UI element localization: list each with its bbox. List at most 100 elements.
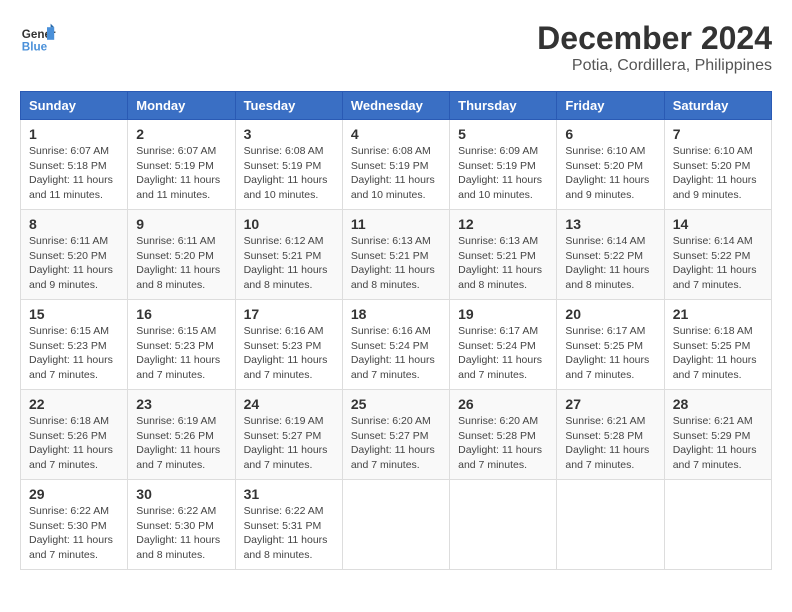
table-row: 17 Sunrise: 6:16 AM Sunset: 5:23 PM Dayl… [235,300,342,390]
month-title: December 2024 [537,20,772,57]
day-info: Sunrise: 6:08 AM Sunset: 5:19 PM Dayligh… [351,144,441,203]
table-row: 6 Sunrise: 6:10 AM Sunset: 5:20 PM Dayli… [557,120,664,210]
day-number: 26 [458,396,548,412]
day-info: Sunrise: 6:14 AM Sunset: 5:22 PM Dayligh… [565,234,655,293]
day-info: Sunrise: 6:19 AM Sunset: 5:26 PM Dayligh… [136,414,226,473]
table-row: 18 Sunrise: 6:16 AM Sunset: 5:24 PM Dayl… [342,300,449,390]
calendar-week-row: 29 Sunrise: 6:22 AM Sunset: 5:30 PM Dayl… [21,480,772,570]
day-info: Sunrise: 6:17 AM Sunset: 5:25 PM Dayligh… [565,324,655,383]
table-row: 31 Sunrise: 6:22 AM Sunset: 5:31 PM Dayl… [235,480,342,570]
day-number: 8 [29,216,119,232]
table-row: 20 Sunrise: 6:17 AM Sunset: 5:25 PM Dayl… [557,300,664,390]
day-info: Sunrise: 6:15 AM Sunset: 5:23 PM Dayligh… [136,324,226,383]
day-info: Sunrise: 6:22 AM Sunset: 5:30 PM Dayligh… [29,504,119,563]
table-row: 24 Sunrise: 6:19 AM Sunset: 5:27 PM Dayl… [235,390,342,480]
table-row [342,480,449,570]
day-number: 12 [458,216,548,232]
day-info: Sunrise: 6:20 AM Sunset: 5:27 PM Dayligh… [351,414,441,473]
table-row: 4 Sunrise: 6:08 AM Sunset: 5:19 PM Dayli… [342,120,449,210]
table-row [664,480,771,570]
table-row [450,480,557,570]
day-info: Sunrise: 6:12 AM Sunset: 5:21 PM Dayligh… [244,234,334,293]
day-info: Sunrise: 6:18 AM Sunset: 5:26 PM Dayligh… [29,414,119,473]
header-row: Sunday Monday Tuesday Wednesday Thursday… [21,92,772,120]
day-number: 5 [458,126,548,142]
table-row: 29 Sunrise: 6:22 AM Sunset: 5:30 PM Dayl… [21,480,128,570]
day-info: Sunrise: 6:08 AM Sunset: 5:19 PM Dayligh… [244,144,334,203]
day-info: Sunrise: 6:19 AM Sunset: 5:27 PM Dayligh… [244,414,334,473]
day-number: 7 [673,126,763,142]
day-info: Sunrise: 6:15 AM Sunset: 5:23 PM Dayligh… [29,324,119,383]
logo-icon: General Blue [20,20,56,56]
table-row: 28 Sunrise: 6:21 AM Sunset: 5:29 PM Dayl… [664,390,771,480]
day-info: Sunrise: 6:22 AM Sunset: 5:30 PM Dayligh… [136,504,226,563]
day-info: Sunrise: 6:10 AM Sunset: 5:20 PM Dayligh… [565,144,655,203]
col-friday: Friday [557,92,664,120]
day-number: 18 [351,306,441,322]
table-row: 10 Sunrise: 6:12 AM Sunset: 5:21 PM Dayl… [235,210,342,300]
day-info: Sunrise: 6:18 AM Sunset: 5:25 PM Dayligh… [673,324,763,383]
day-number: 20 [565,306,655,322]
day-number: 9 [136,216,226,232]
page-header: General Blue December 2024 Potia, Cordil… [20,20,772,75]
day-number: 23 [136,396,226,412]
svg-text:Blue: Blue [22,41,48,54]
day-info: Sunrise: 6:07 AM Sunset: 5:18 PM Dayligh… [29,144,119,203]
table-row: 16 Sunrise: 6:15 AM Sunset: 5:23 PM Dayl… [128,300,235,390]
table-row: 25 Sunrise: 6:20 AM Sunset: 5:27 PM Dayl… [342,390,449,480]
day-info: Sunrise: 6:16 AM Sunset: 5:24 PM Dayligh… [351,324,441,383]
day-info: Sunrise: 6:13 AM Sunset: 5:21 PM Dayligh… [458,234,548,293]
table-row: 22 Sunrise: 6:18 AM Sunset: 5:26 PM Dayl… [21,390,128,480]
calendar-table: Sunday Monday Tuesday Wednesday Thursday… [20,91,772,570]
day-number: 27 [565,396,655,412]
day-number: 25 [351,396,441,412]
table-row: 14 Sunrise: 6:14 AM Sunset: 5:22 PM Dayl… [664,210,771,300]
day-number: 2 [136,126,226,142]
table-row: 5 Sunrise: 6:09 AM Sunset: 5:19 PM Dayli… [450,120,557,210]
day-number: 3 [244,126,334,142]
table-row: 1 Sunrise: 6:07 AM Sunset: 5:18 PM Dayli… [21,120,128,210]
table-row: 11 Sunrise: 6:13 AM Sunset: 5:21 PM Dayl… [342,210,449,300]
table-row: 19 Sunrise: 6:17 AM Sunset: 5:24 PM Dayl… [450,300,557,390]
col-sunday: Sunday [21,92,128,120]
day-number: 1 [29,126,119,142]
day-number: 14 [673,216,763,232]
day-info: Sunrise: 6:17 AM Sunset: 5:24 PM Dayligh… [458,324,548,383]
location-subtitle: Potia, Cordillera, Philippines [537,57,772,75]
day-info: Sunrise: 6:09 AM Sunset: 5:19 PM Dayligh… [458,144,548,203]
day-info: Sunrise: 6:14 AM Sunset: 5:22 PM Dayligh… [673,234,763,293]
col-wednesday: Wednesday [342,92,449,120]
day-number: 6 [565,126,655,142]
table-row: 30 Sunrise: 6:22 AM Sunset: 5:30 PM Dayl… [128,480,235,570]
day-info: Sunrise: 6:16 AM Sunset: 5:23 PM Dayligh… [244,324,334,383]
col-thursday: Thursday [450,92,557,120]
day-number: 19 [458,306,548,322]
table-row: 2 Sunrise: 6:07 AM Sunset: 5:19 PM Dayli… [128,120,235,210]
day-info: Sunrise: 6:13 AM Sunset: 5:21 PM Dayligh… [351,234,441,293]
table-row: 15 Sunrise: 6:15 AM Sunset: 5:23 PM Dayl… [21,300,128,390]
title-block: December 2024 Potia, Cordillera, Philipp… [537,20,772,75]
table-row: 23 Sunrise: 6:19 AM Sunset: 5:26 PM Dayl… [128,390,235,480]
day-number: 28 [673,396,763,412]
day-number: 31 [244,486,334,502]
day-info: Sunrise: 6:20 AM Sunset: 5:28 PM Dayligh… [458,414,548,473]
day-info: Sunrise: 6:07 AM Sunset: 5:19 PM Dayligh… [136,144,226,203]
day-info: Sunrise: 6:11 AM Sunset: 5:20 PM Dayligh… [136,234,226,293]
col-saturday: Saturday [664,92,771,120]
logo: General Blue [20,20,56,56]
day-info: Sunrise: 6:21 AM Sunset: 5:29 PM Dayligh… [673,414,763,473]
day-info: Sunrise: 6:21 AM Sunset: 5:28 PM Dayligh… [565,414,655,473]
day-number: 13 [565,216,655,232]
day-number: 30 [136,486,226,502]
table-row: 21 Sunrise: 6:18 AM Sunset: 5:25 PM Dayl… [664,300,771,390]
col-tuesday: Tuesday [235,92,342,120]
day-info: Sunrise: 6:22 AM Sunset: 5:31 PM Dayligh… [244,504,334,563]
calendar-week-row: 22 Sunrise: 6:18 AM Sunset: 5:26 PM Dayl… [21,390,772,480]
table-row: 26 Sunrise: 6:20 AM Sunset: 5:28 PM Dayl… [450,390,557,480]
day-number: 11 [351,216,441,232]
day-number: 16 [136,306,226,322]
day-number: 24 [244,396,334,412]
table-row [557,480,664,570]
day-number: 10 [244,216,334,232]
day-info: Sunrise: 6:11 AM Sunset: 5:20 PM Dayligh… [29,234,119,293]
